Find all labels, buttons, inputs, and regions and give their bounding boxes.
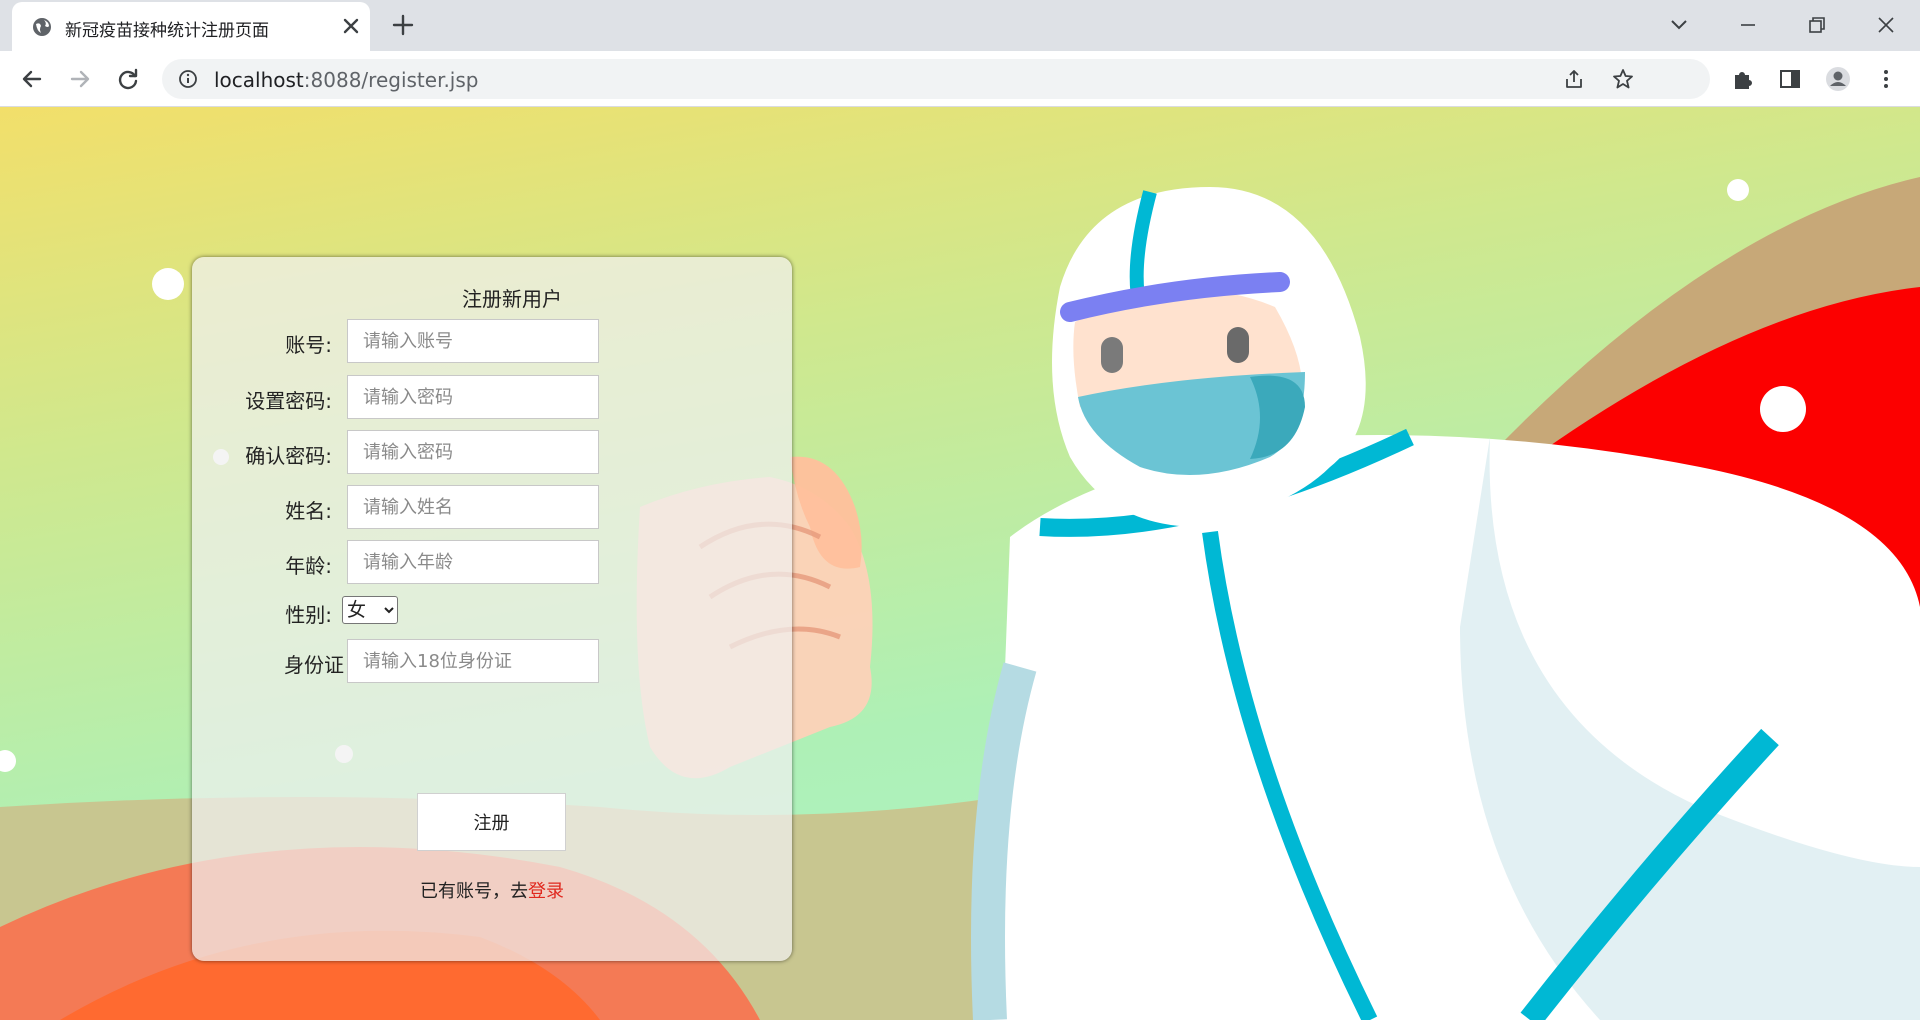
page-viewport: 注册新用户 账号: 设置密码: 确认密码: 姓名: 年龄: 性别: 女 bbox=[0, 107, 1920, 1020]
menu-kebab-icon[interactable] bbox=[1872, 65, 1900, 93]
restore-icon[interactable] bbox=[1802, 10, 1832, 40]
name-row: 姓名: bbox=[192, 485, 792, 531]
age-label: 年龄: bbox=[285, 554, 332, 578]
profile-avatar-icon[interactable] bbox=[1824, 65, 1852, 93]
close-window-icon[interactable] bbox=[1871, 10, 1901, 40]
side-panel-icon[interactable] bbox=[1776, 65, 1804, 93]
gender-label: 性别: bbox=[285, 603, 332, 627]
account-input[interactable] bbox=[347, 319, 599, 363]
back-icon[interactable] bbox=[18, 65, 46, 93]
login-prompt: 已有账号，去登录 bbox=[192, 877, 792, 903]
url-path: :8088/register.jsp bbox=[303, 68, 479, 92]
register-button[interactable]: 注册 bbox=[417, 793, 566, 851]
page-title: 注册新用户 bbox=[462, 287, 562, 311]
extensions-icon[interactable] bbox=[1729, 65, 1757, 93]
gender-row: 性别: 女 bbox=[192, 589, 792, 635]
close-tab-icon[interactable] bbox=[340, 15, 362, 37]
login-prompt-text: 已有账号，去 bbox=[420, 881, 528, 902]
browser-toolbar: localhost:8088/register.jsp bbox=[0, 51, 1920, 107]
address-bar[interactable]: localhost:8088/register.jsp bbox=[162, 59, 1710, 99]
new-tab-icon[interactable] bbox=[390, 12, 416, 38]
password-row: 设置密码: bbox=[192, 375, 792, 421]
forward-icon[interactable] bbox=[66, 65, 94, 93]
reload-icon[interactable] bbox=[114, 65, 142, 93]
id-card-row: 身份证 bbox=[192, 639, 792, 685]
login-link[interactable]: 登录 bbox=[528, 881, 564, 902]
password-input[interactable] bbox=[347, 375, 599, 419]
age-input[interactable] bbox=[347, 540, 599, 584]
account-row: 账号: bbox=[192, 319, 792, 365]
info-icon[interactable] bbox=[178, 69, 198, 89]
minimize-icon[interactable] bbox=[1733, 10, 1763, 40]
password-label: 设置密码: bbox=[245, 389, 332, 413]
name-input[interactable] bbox=[347, 485, 599, 529]
id-card-label: 身份证 bbox=[284, 653, 344, 677]
account-label: 账号: bbox=[285, 333, 332, 357]
url-text[interactable]: localhost:8088/register.jsp bbox=[214, 68, 478, 92]
name-label: 姓名: bbox=[285, 499, 332, 523]
confirm-password-row: 确认密码: bbox=[192, 430, 792, 476]
gender-select[interactable]: 女 bbox=[342, 596, 398, 624]
register-panel: 注册新用户 账号: 设置密码: 确认密码: 姓名: 年龄: 性别: 女 bbox=[192, 257, 792, 961]
id-card-input[interactable] bbox=[347, 639, 599, 683]
tab-search-icon[interactable] bbox=[1664, 10, 1694, 40]
confirm-password-input[interactable] bbox=[347, 430, 599, 474]
bookmark-star-icon[interactable] bbox=[1611, 67, 1635, 91]
globe-icon bbox=[33, 18, 51, 36]
tab-strip: 新冠疫苗接种统计注册页面 bbox=[0, 0, 1920, 51]
tab-title: 新冠疫苗接种统计注册页面 bbox=[65, 21, 269, 41]
browser-tab[interactable]: 新冠疫苗接种统计注册页面 bbox=[12, 2, 370, 51]
url-host: localhost bbox=[214, 68, 304, 92]
share-icon[interactable] bbox=[1562, 67, 1586, 91]
age-row: 年龄: bbox=[192, 540, 792, 586]
confirm-password-label: 确认密码: bbox=[245, 444, 332, 468]
